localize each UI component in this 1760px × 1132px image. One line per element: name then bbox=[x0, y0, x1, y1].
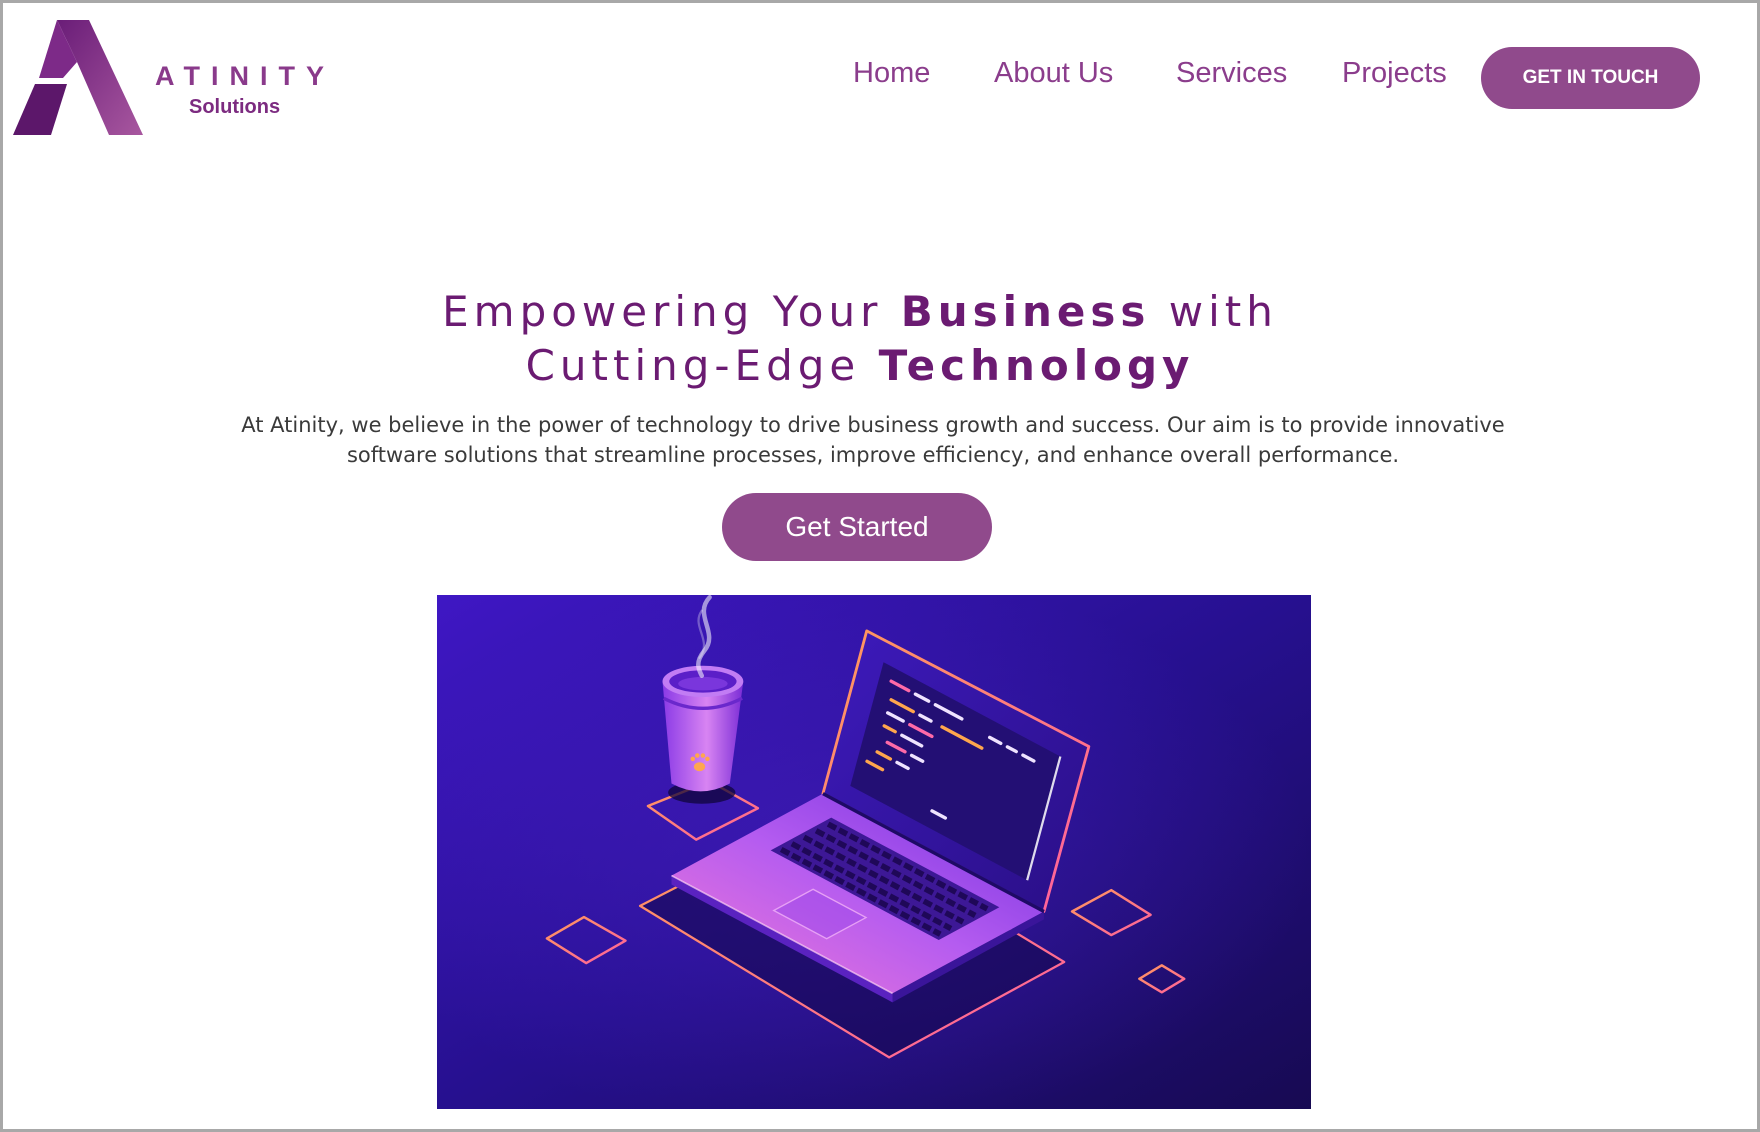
nav-home-link[interactable]: Home bbox=[853, 54, 930, 92]
nav-about-us-link[interactable]: About Us bbox=[994, 54, 1113, 92]
hero-description-line-2: software solutions that streamline proce… bbox=[346, 443, 1400, 467]
get-in-touch-button[interactable]: GET IN TOUCH bbox=[1481, 47, 1700, 109]
laptop-coffee-illustration bbox=[437, 595, 1311, 1109]
hero-title-emphasis: Business bbox=[900, 287, 1151, 336]
brand-logo-link[interactable]: ATINITY Solutions bbox=[13, 20, 343, 138]
get-started-button[interactable]: Get Started bbox=[722, 493, 992, 561]
atinity-logo-icon bbox=[13, 20, 143, 135]
hero-title-text: with bbox=[1150, 287, 1278, 336]
hero-illustration bbox=[437, 595, 1311, 1109]
hero-description-line-1: At Atinity, we believe in the power of t… bbox=[241, 413, 1505, 437]
hero-title-line-1: Empowering Your Business with bbox=[0, 285, 1720, 339]
nav-projects-link[interactable]: Projects bbox=[1342, 54, 1447, 92]
hero-title: Empowering Your Business with Cutting-Edg… bbox=[0, 285, 1720, 393]
hero-title-text: Cutting-Edge bbox=[525, 341, 879, 390]
hero-title-emphasis: Technology bbox=[878, 341, 1195, 390]
hero-description: At Atinity, we believe in the power of t… bbox=[0, 410, 1746, 470]
hero-title-text: Empowering Your bbox=[442, 287, 901, 336]
nav-services-link[interactable]: Services bbox=[1176, 54, 1287, 92]
brand-tagline: Solutions bbox=[189, 96, 281, 118]
brand-name: ATINITY bbox=[155, 61, 335, 91]
hero-title-line-2: Cutting-Edge Technology bbox=[0, 339, 1720, 393]
